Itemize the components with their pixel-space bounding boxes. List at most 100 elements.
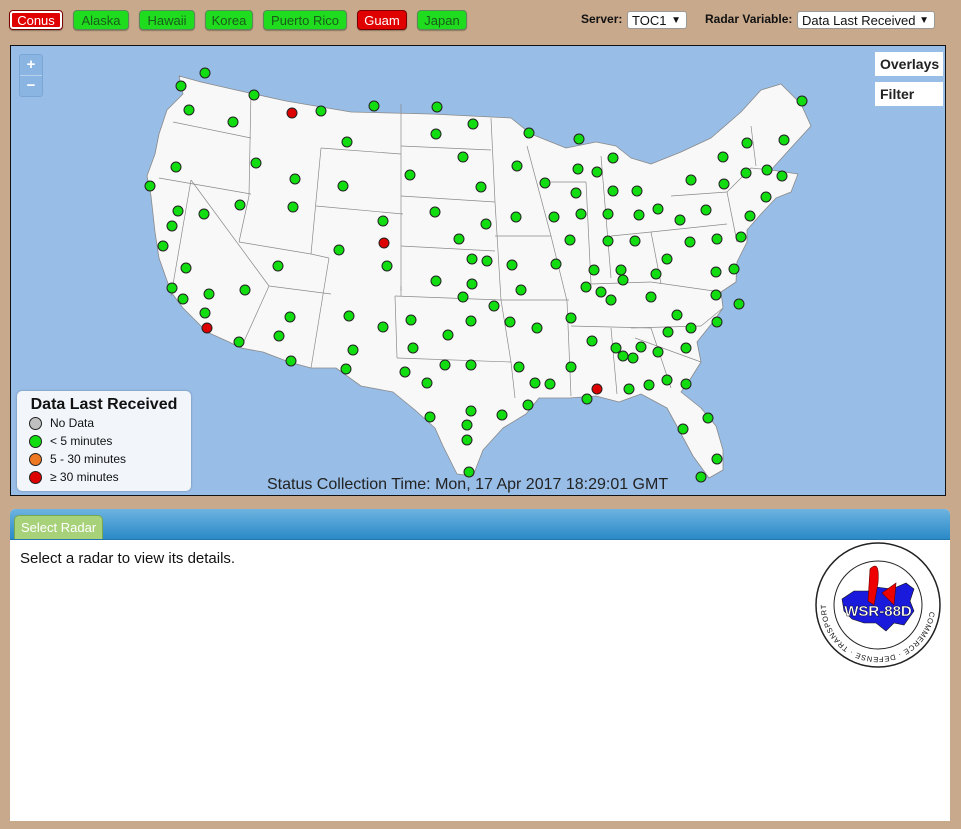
region-button-alaska[interactable]: Alaska: [73, 10, 129, 30]
radar-site-marker[interactable]: [166, 282, 178, 294]
radar-site-marker[interactable]: [548, 211, 560, 223]
radar-site-marker[interactable]: [347, 344, 359, 356]
radar-site-marker[interactable]: [607, 185, 619, 197]
radar-site-marker[interactable]: [564, 234, 576, 246]
radar-site-marker[interactable]: [506, 259, 518, 271]
radar-site-marker[interactable]: [227, 116, 239, 128]
radar-site-marker[interactable]: [539, 177, 551, 189]
radar-site-marker[interactable]: [680, 378, 692, 390]
radar-site-marker[interactable]: [199, 307, 211, 319]
overlays-button[interactable]: Overlays: [875, 52, 943, 76]
radar-site-marker[interactable]: [510, 211, 522, 223]
radar-site-marker[interactable]: [457, 291, 469, 303]
radar-site-marker[interactable]: [776, 170, 788, 182]
region-button-guam[interactable]: Guam: [357, 10, 407, 30]
radar-site-marker[interactable]: [381, 260, 393, 272]
radar-site-marker[interactable]: [741, 137, 753, 149]
radar-site-marker[interactable]: [684, 236, 696, 248]
radar-site-marker[interactable]: [685, 322, 697, 334]
radar-site-marker[interactable]: [465, 359, 477, 371]
radar-site-marker[interactable]: [635, 341, 647, 353]
radar-site-marker[interactable]: [480, 218, 492, 230]
radar-site-marker[interactable]: [250, 157, 262, 169]
region-button-japan[interactable]: Japan: [417, 10, 467, 30]
radar-site-marker[interactable]: [595, 286, 607, 298]
radar-site-marker[interactable]: [718, 178, 730, 190]
radar-site-marker[interactable]: [623, 383, 635, 395]
radar-site-marker[interactable]: [442, 329, 454, 341]
radar-site-marker[interactable]: [475, 181, 487, 193]
radar-site-marker[interactable]: [652, 203, 664, 215]
radar-site-marker[interactable]: [144, 180, 156, 192]
radar-site-marker[interactable]: [286, 107, 298, 119]
radar-site-marker[interactable]: [183, 104, 195, 116]
radar-site-marker[interactable]: [680, 342, 692, 354]
radar-site-marker[interactable]: [744, 210, 756, 222]
radar-site-marker[interactable]: [399, 366, 411, 378]
radar-site-marker[interactable]: [333, 244, 345, 256]
radar-site-marker[interactable]: [180, 262, 192, 274]
radar-site-marker[interactable]: [341, 136, 353, 148]
radar-site-marker[interactable]: [633, 209, 645, 221]
radar-site-marker[interactable]: [285, 355, 297, 367]
radar-site-marker[interactable]: [565, 361, 577, 373]
radar-site-marker[interactable]: [702, 412, 714, 424]
radar-site-marker[interactable]: [273, 330, 285, 342]
radar-site-marker[interactable]: [662, 326, 674, 338]
radar-site-marker[interactable]: [570, 187, 582, 199]
radar-site-marker[interactable]: [522, 399, 534, 411]
radar-site-marker[interactable]: [488, 300, 500, 312]
radar-site-marker[interactable]: [177, 293, 189, 305]
radar-site-marker[interactable]: [166, 220, 178, 232]
radar-site-marker[interactable]: [368, 100, 380, 112]
radar-site-marker[interactable]: [661, 253, 673, 265]
radar-site-marker[interactable]: [424, 411, 436, 423]
radar-site-marker[interactable]: [248, 89, 260, 101]
radar-site-marker[interactable]: [565, 312, 577, 324]
radar-site-marker[interactable]: [591, 383, 603, 395]
radar-site-marker[interactable]: [529, 377, 541, 389]
radar-site-marker[interactable]: [430, 275, 442, 287]
radar-site-marker[interactable]: [172, 205, 184, 217]
radar-site-marker[interactable]: [481, 255, 493, 267]
radar-site-marker[interactable]: [728, 263, 740, 275]
radar-site-marker[interactable]: [233, 336, 245, 348]
radar-site-marker[interactable]: [580, 281, 592, 293]
region-button-puerto-rico[interactable]: Puerto Rico: [263, 10, 347, 30]
radar-site-marker[interactable]: [615, 264, 627, 276]
radar-site-marker[interactable]: [461, 434, 473, 446]
radar-site-marker[interactable]: [531, 322, 543, 334]
radar-site-marker[interactable]: [467, 118, 479, 130]
radar-site-marker[interactable]: [661, 374, 673, 386]
radar-site-marker[interactable]: [711, 233, 723, 245]
radar-site-marker[interactable]: [607, 152, 619, 164]
radar-site-marker[interactable]: [674, 214, 686, 226]
radar-site-marker[interactable]: [760, 191, 772, 203]
radar-site-marker[interactable]: [496, 409, 508, 421]
radar-site-marker[interactable]: [340, 363, 352, 375]
radar-site-marker[interactable]: [710, 266, 722, 278]
radar-site-marker[interactable]: [315, 105, 327, 117]
radar-site-marker[interactable]: [575, 208, 587, 220]
radar-site-marker[interactable]: [631, 185, 643, 197]
radar-site-marker[interactable]: [733, 298, 745, 310]
radar-site-marker[interactable]: [588, 264, 600, 276]
radar-site-marker[interactable]: [605, 294, 617, 306]
radar-site-marker[interactable]: [199, 67, 211, 79]
radar-site-marker[interactable]: [337, 180, 349, 192]
radar-site-marker[interactable]: [466, 278, 478, 290]
radar-site-marker[interactable]: [439, 359, 451, 371]
radar-site-marker[interactable]: [504, 316, 516, 328]
zoom-in-button[interactable]: +: [20, 55, 42, 75]
filter-button[interactable]: Filter: [875, 82, 943, 106]
radar-site-marker[interactable]: [685, 174, 697, 186]
region-button-conus[interactable]: Conus: [9, 10, 63, 30]
radar-site-marker[interactable]: [203, 288, 215, 300]
radar-site-marker[interactable]: [404, 169, 416, 181]
radar-site-marker[interactable]: [591, 166, 603, 178]
radar-site-marker[interactable]: [572, 163, 584, 175]
radar-site-marker[interactable]: [407, 342, 419, 354]
server-select[interactable]: TOC1 ▼: [627, 11, 687, 29]
radar-site-marker[interactable]: [740, 167, 752, 179]
radar-site-marker[interactable]: [234, 199, 246, 211]
